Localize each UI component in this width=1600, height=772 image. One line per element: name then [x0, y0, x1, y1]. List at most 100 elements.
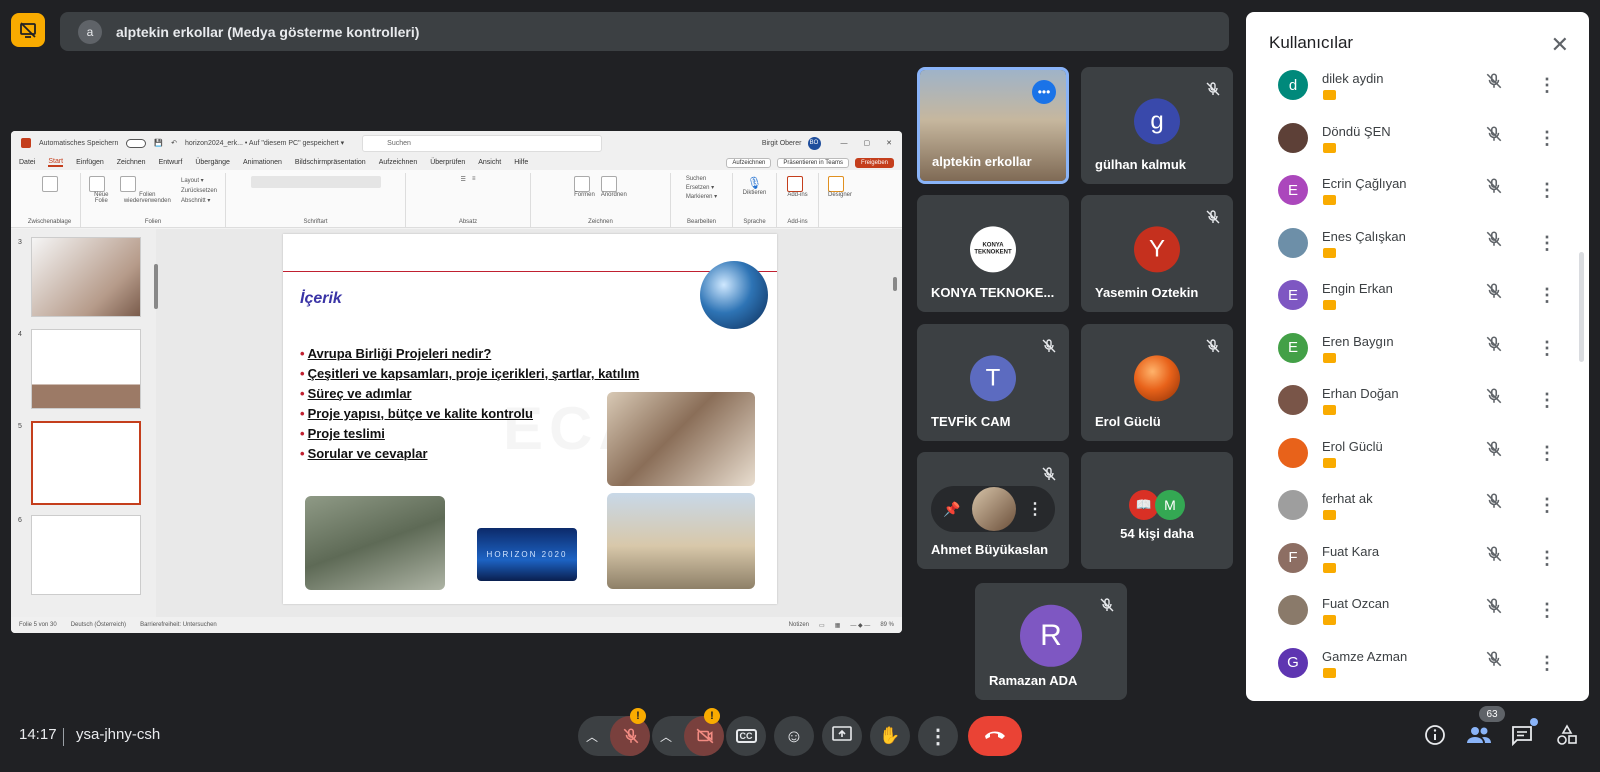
menu-ansicht[interactable]: Ansicht [478, 159, 501, 166]
mic-muted-icon[interactable] [1485, 545, 1503, 568]
more-vert-icon[interactable]: ⋮ [1538, 646, 1556, 680]
slide-scrollbar[interactable] [893, 229, 899, 617]
presenting-indicator-icon[interactable] [11, 13, 45, 47]
tile-yasemin-oztekin[interactable]: Y Yasemin Oztekin [1081, 195, 1233, 312]
shapes-icon[interactable] [574, 176, 591, 192]
thumbnail-scrollbar[interactable] [154, 264, 158, 309]
person-row[interactable]: Döndü ŞEN ⋮ [1246, 121, 1575, 174]
font-name-select[interactable] [250, 176, 381, 188]
more-vert-icon[interactable]: ⋮ [1538, 593, 1556, 627]
tile-konya-teknokent[interactable]: KONYA TEKNOKENT KONYA TEKNOKE... [917, 195, 1069, 312]
ppt-user-avatar[interactable]: BO [807, 136, 821, 150]
record-button[interactable]: Aufzeichnen [726, 157, 772, 168]
designer-icon[interactable] [827, 176, 844, 192]
microphone-control[interactable]: ︿ ! [578, 708, 650, 756]
slide-thumbnail[interactable] [31, 329, 141, 409]
camera-control[interactable]: ︿ ! [652, 708, 724, 756]
more-vert-icon[interactable]: ⋮ [1538, 331, 1556, 365]
menu-ueberpruefen[interactable]: Überprüfen [430, 159, 465, 166]
more-vert-icon[interactable]: ⋮ [1538, 173, 1556, 207]
slide-sorter-icon[interactable]: ▦ [835, 622, 841, 629]
more-vert-icon[interactable]: ⋮ [1538, 488, 1556, 522]
mic-muted-icon[interactable] [1485, 177, 1503, 200]
slide-thumbnail[interactable] [31, 515, 141, 595]
current-slide[interactable]: İçerik ECAT Avrupa Birliği Projeleri ned… [283, 234, 777, 604]
undo-icon[interactable]: ↶ [171, 139, 177, 147]
more-vert-icon[interactable]: ⋮ [1538, 68, 1556, 102]
menu-zeichnen[interactable]: Zeichnen [117, 159, 146, 166]
mic-muted-icon[interactable] [1485, 72, 1503, 95]
tile-gulhan-kalmuk[interactable]: g gülhan kalmuk [1081, 67, 1233, 184]
find-button[interactable]: Suchen [686, 176, 706, 182]
bullets-icon[interactable]: ☰ [461, 176, 466, 183]
pin-icon[interactable]: 📌 [943, 501, 960, 518]
captions-button[interactable]: CC [726, 716, 766, 756]
menu-einfuegen[interactable]: Einfügen [76, 159, 104, 166]
menu-bildschirmpraesentation[interactable]: Bildschirmpräsentation [295, 159, 366, 166]
close-window-icon[interactable]: ✕ [886, 139, 892, 147]
mic-muted-icon[interactable] [1485, 440, 1503, 463]
more-options-button[interactable]: ⋮ [918, 716, 958, 756]
slide-thumbnail[interactable] [31, 237, 141, 317]
menu-aufzeichnen[interactable]: Aufzeichnen [379, 159, 418, 166]
document-name[interactable]: horizon2024_erk... • Auf "diesem PC" ges… [185, 139, 344, 147]
save-icon[interactable]: 💾 [154, 139, 163, 147]
mic-muted-icon[interactable] [1485, 335, 1503, 358]
tile-ahmet-buyukaslan[interactable]: 📌 ⋮ Ahmet Büyükaslan [917, 452, 1069, 569]
tile-ramazan-ada[interactable]: R Ramazan ADA [975, 583, 1127, 700]
reuse-slides-icon[interactable] [119, 176, 136, 192]
zoom-slider[interactable]: — ◆ — [850, 622, 870, 629]
tile-erol-guclu[interactable]: Erol Güclü [1081, 324, 1233, 441]
person-row[interactable]: Fuat Ozcan ⋮ [1246, 593, 1575, 646]
microphone-icon[interactable]: 🎙 [747, 176, 762, 190]
person-row[interactable]: G Gamze Azman ⋮ [1246, 646, 1575, 699]
mic-muted-icon[interactable] [1485, 125, 1503, 148]
more-options-icon[interactable]: ⋮ [1027, 499, 1043, 519]
notes-button[interactable]: Notizen [789, 622, 809, 628]
section-button[interactable]: Abschnitt ▾ [181, 196, 217, 206]
present-now-button[interactable] [822, 716, 862, 756]
share-button[interactable]: Freigeben [854, 157, 894, 168]
person-row[interactable]: Erhan Doğan ⋮ [1246, 383, 1575, 436]
slide-thumbnail-pane[interactable]: 3 4 5 6 [11, 229, 158, 617]
language-indicator[interactable]: Deutsch (Österreich) [71, 622, 126, 628]
replace-button[interactable]: Ersetzen ▾ [686, 184, 714, 191]
tile-tevfik-cam[interactable]: T TEVFİK CAM [917, 324, 1069, 441]
autosave-toggle[interactable] [126, 138, 147, 148]
raise-hand-button[interactable]: ✋ [870, 716, 910, 756]
present-in-teams-button[interactable]: Präsentieren in Teams [777, 157, 849, 168]
maximize-icon[interactable]: ▢ [864, 139, 871, 147]
person-row[interactable]: E Ecrin Çağlıyan ⋮ [1246, 173, 1575, 226]
menu-animationen[interactable]: Animationen [243, 159, 282, 166]
mic-muted-icon[interactable] [1485, 650, 1503, 673]
more-options-icon[interactable]: ••• [1032, 80, 1056, 104]
minimize-icon[interactable]: — [841, 140, 848, 147]
normal-view-icon[interactable]: ▭ [819, 622, 825, 629]
person-row[interactable]: F Fuat Kara ⋮ [1246, 541, 1575, 594]
more-vert-icon[interactable]: ⋮ [1538, 226, 1556, 260]
paste-icon[interactable] [41, 176, 58, 192]
more-vert-icon[interactable]: ⋮ [1538, 541, 1556, 575]
mic-muted-icon[interactable] [1485, 492, 1503, 515]
tile-alptekin-erkollar[interactable]: ••• alptekin erkollar [917, 67, 1069, 184]
shared-screen[interactable]: Automatisches Speichern 💾 ↶ horizon2024_… [11, 131, 902, 633]
align-icon[interactable]: ≡ [472, 176, 476, 182]
reactions-button[interactable]: ☺ [774, 716, 814, 756]
close-icon[interactable]: ✕ [1551, 32, 1569, 58]
meeting-details-info-icon[interactable] [1424, 724, 1446, 751]
addins-icon[interactable] [787, 176, 804, 192]
mic-muted-icon[interactable] [1485, 597, 1503, 620]
menu-start[interactable]: Start [48, 158, 64, 167]
more-vert-icon[interactable]: ⋮ [1538, 436, 1556, 470]
person-row[interactable]: Erol Güclü ⋮ [1246, 436, 1575, 489]
more-vert-icon[interactable]: ⋮ [1538, 383, 1556, 417]
accessibility-checker[interactable]: Barrierefreiheit: Untersuchen [140, 622, 217, 628]
zoom-level[interactable]: 89 % [880, 622, 894, 628]
more-vert-icon[interactable]: ⋮ [1538, 278, 1556, 312]
menu-hilfe[interactable]: Hilfe [514, 159, 528, 166]
person-row[interactable]: Enes Çalışkan ⋮ [1246, 226, 1575, 279]
mic-muted-icon[interactable] [1485, 230, 1503, 253]
presenter-banner[interactable]: a alptekin erkollar (Medya gösterme kont… [60, 12, 1229, 51]
person-row[interactable]: E Engin Erkan ⋮ [1246, 278, 1575, 331]
mic-muted-icon[interactable] [1485, 282, 1503, 305]
